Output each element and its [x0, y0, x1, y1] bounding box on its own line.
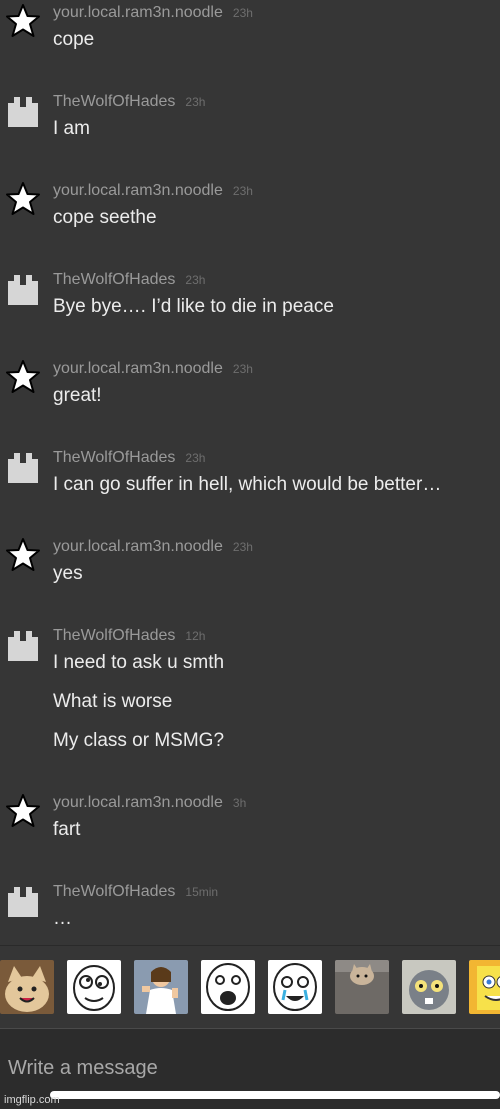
message-text: Bye bye…. I’d like to die in peace	[53, 296, 334, 317]
message-timestamp: 23h	[232, 6, 253, 20]
message-input[interactable]	[0, 1043, 500, 1093]
sender-username[interactable]: TheWolfOfHades	[53, 271, 175, 288]
message-header: your.local.ram3n.noodle 23h	[53, 4, 253, 22]
star-icon[interactable]	[4, 536, 42, 574]
message-text: I need to ask u smth	[53, 652, 225, 673]
happy-crying-face-meme[interactable]	[268, 960, 322, 1014]
message-text: great!	[53, 385, 102, 406]
meme-picker-bar[interactable]	[0, 946, 500, 1028]
message-header: TheWolfOfHades 23h	[53, 93, 205, 111]
message-header: your.local.ram3n.noodle 3h	[53, 794, 246, 812]
message-timestamp: 23h	[232, 362, 253, 376]
message-text: …	[53, 908, 72, 929]
message-text: cope	[53, 29, 95, 50]
message-timestamp: 15min	[185, 885, 219, 899]
buddy-christ-meme[interactable]	[134, 960, 188, 1014]
castle-icon[interactable]	[4, 91, 42, 129]
ceiling-cat-meme[interactable]	[335, 960, 389, 1014]
imgflip-watermark: imgflip.com	[4, 1094, 60, 1106]
derp-face-meme[interactable]	[67, 960, 121, 1014]
message-composer	[0, 1028, 500, 1109]
message-timestamp: 12h	[185, 629, 206, 643]
message-header: TheWolfOfHades 23h	[53, 449, 205, 467]
message-timestamp: 23h	[185, 273, 206, 287]
omg-face-meme[interactable]	[201, 960, 255, 1014]
castle-icon[interactable]	[4, 447, 42, 485]
message-timestamp: 3h	[232, 796, 247, 810]
message-header: TheWolfOfHades 23h	[53, 271, 205, 289]
sender-username[interactable]: your.local.ram3n.noodle	[53, 4, 223, 21]
message-header: TheWolfOfHades 12h	[53, 627, 205, 645]
castle-icon[interactable]	[4, 269, 42, 307]
star-icon[interactable]	[4, 2, 42, 40]
message-timestamp: 23h	[232, 540, 253, 554]
sender-username[interactable]: TheWolfOfHades	[53, 883, 175, 900]
message-header: your.local.ram3n.noodle 23h	[53, 360, 253, 378]
sender-username[interactable]: TheWolfOfHades	[53, 449, 175, 466]
castle-icon[interactable]	[4, 625, 42, 663]
sender-username[interactable]: your.local.ram3n.noodle	[53, 182, 223, 199]
star-icon[interactable]	[4, 358, 42, 396]
message-text: I can go suffer in hell, which would be …	[53, 474, 442, 495]
star-icon[interactable]	[4, 792, 42, 830]
castle-icon[interactable]	[4, 881, 42, 919]
spongebob-meme[interactable]	[469, 960, 500, 1014]
scroll-indicator[interactable]	[50, 1091, 500, 1099]
message-timestamp: 23h	[185, 451, 206, 465]
star-icon[interactable]	[4, 180, 42, 218]
happy-cat-meme[interactable]	[0, 960, 54, 1014]
message-text: I am	[53, 118, 90, 139]
sender-username[interactable]: your.local.ram3n.noodle	[53, 794, 223, 811]
shocked-cat-meme[interactable]	[402, 960, 456, 1014]
message-text: What is worse	[53, 691, 173, 712]
message-header: your.local.ram3n.noodle 23h	[53, 182, 253, 200]
sender-username[interactable]: TheWolfOfHades	[53, 93, 175, 110]
message-timestamp: 23h	[185, 95, 206, 109]
sender-username[interactable]: your.local.ram3n.noodle	[53, 360, 223, 377]
message-text: fart	[53, 819, 81, 840]
message-header: your.local.ram3n.noodle 23h	[53, 538, 253, 556]
sender-username[interactable]: your.local.ram3n.noodle	[53, 538, 223, 555]
message-text: cope seethe	[53, 207, 157, 228]
message-text: My class or MSMG?	[53, 730, 225, 751]
message-timestamp: 23h	[232, 184, 253, 198]
sender-username[interactable]: TheWolfOfHades	[53, 627, 175, 644]
message-text: yes	[53, 563, 83, 584]
message-header: TheWolfOfHades 15min	[53, 883, 218, 901]
